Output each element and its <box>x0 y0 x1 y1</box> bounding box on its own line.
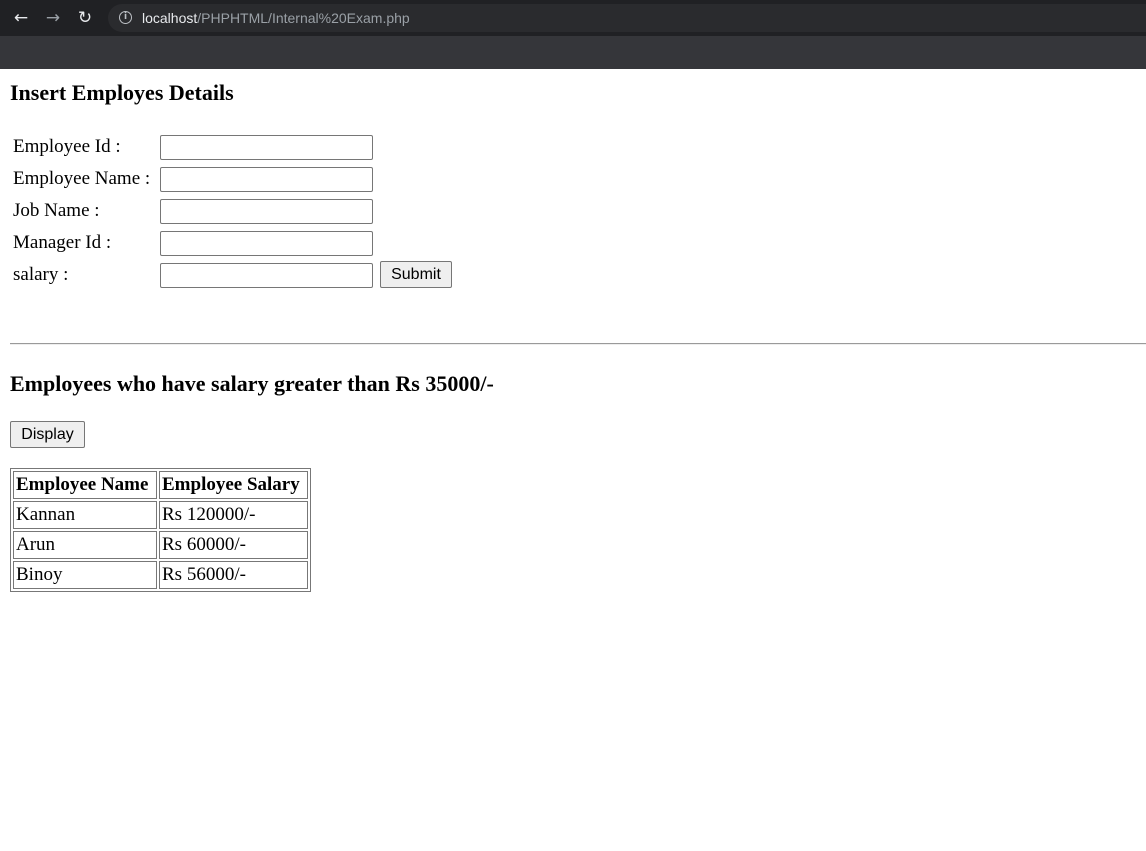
employee-name-label: Employee Name : <box>13 168 151 189</box>
table-header-row: Employee Name Employee Salary <box>13 471 308 499</box>
header-employee-name: Employee Name <box>13 471 157 499</box>
insert-heading: Insert Employes Details <box>10 80 234 105</box>
table-row: Kannan Rs 120000/- <box>13 501 308 529</box>
cell-employee-salary: Rs 60000/- <box>159 531 308 559</box>
job-name-label: Job Name : <box>13 200 100 221</box>
cell-employee-name: Kannan <box>13 501 157 529</box>
forward-arrow-icon[interactable]: → <box>42 7 64 29</box>
salary-label: salary : <box>13 264 69 285</box>
table-row: Arun Rs 60000/- <box>13 531 308 559</box>
employees-table: Employee Name Employee Salary Kannan Rs … <box>10 468 311 592</box>
url-path: /PHPHTML/Internal%20Exam.php <box>197 10 410 26</box>
form-row-employee-name: Employee Name : <box>12 164 374 194</box>
table-row: Binoy Rs 56000/- <box>13 561 308 589</box>
manager-id-label: Manager Id : <box>13 232 112 253</box>
info-icon[interactable]: i <box>119 11 132 24</box>
employees-heading: Employees who have salary greater than R… <box>10 371 494 396</box>
back-arrow-icon[interactable]: ← <box>10 7 32 29</box>
job-name-input[interactable] <box>160 198 373 224</box>
reload-icon[interactable]: ↻ <box>74 7 96 29</box>
cell-employee-salary: Rs 120000/- <box>159 501 308 529</box>
browser-chrome: ← → ↻ i localhost/PHPHTML/Internal%20Exa… <box>0 0 1146 69</box>
employee-name-input[interactable] <box>160 166 373 192</box>
url-host: localhost <box>142 10 198 26</box>
cell-employee-name: Arun <box>13 531 157 559</box>
header-employee-salary: Employee Salary <box>159 471 308 499</box>
salary-input[interactable] <box>160 262 373 288</box>
cell-employee-salary: Rs 56000/- <box>159 561 308 589</box>
submit-button[interactable]: Submit <box>380 261 452 288</box>
address-url[interactable]: localhost/PHPHTML/Internal%20Exam.php <box>142 10 410 26</box>
cell-employee-name: Binoy <box>13 561 157 589</box>
form-row-job-name: Job Name : <box>12 196 374 226</box>
page-content: Insert Employes Details Employee Id : Em… <box>0 69 1146 851</box>
employee-id-label: Employee Id : <box>13 136 121 157</box>
form-row-employee-id: Employee Id : <box>12 132 374 162</box>
manager-id-input[interactable] <box>160 230 373 256</box>
section-divider <box>10 343 1146 345</box>
form-row-manager-id: Manager Id : <box>12 228 374 258</box>
form-row-salary: salary : <box>12 260 374 290</box>
display-button[interactable]: Display <box>10 421 85 448</box>
insert-form: Employee Id : Employee Name : Job Name :… <box>10 130 376 292</box>
employee-id-input[interactable] <box>160 134 373 160</box>
